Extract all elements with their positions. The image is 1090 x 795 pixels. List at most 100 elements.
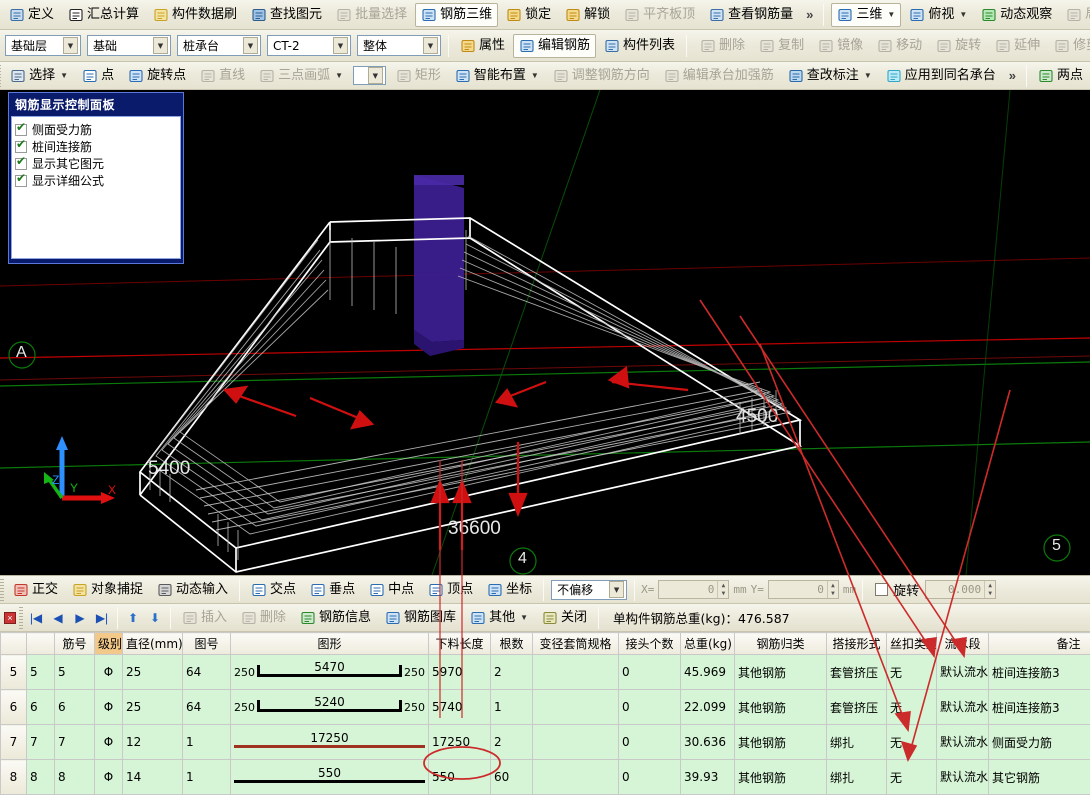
- cell-beizhu[interactable]: 桩间连接筋3: [989, 655, 1090, 690]
- column-header-tuxing[interactable]: 图形: [231, 633, 429, 655]
- rotate-spinner[interactable]: ▲▼: [984, 581, 995, 598]
- y-spinner[interactable]: ▲▼: [827, 581, 838, 598]
- cell-dajie[interactable]: 绑扎: [827, 760, 887, 795]
- column-header-idx[interactable]: [27, 633, 55, 655]
- draw-item-smart-layout-icon[interactable]: 智能布置▼: [449, 64, 545, 88]
- table-button-close-table-icon[interactable]: 关闭: [536, 606, 593, 630]
- cell-idx[interactable]: 6: [27, 690, 55, 725]
- cell-beizhu[interactable]: 其它钢筋: [989, 760, 1090, 795]
- cell-liushui[interactable]: 默认流水段: [937, 725, 989, 760]
- toolbar-item-unlock-icon[interactable]: 解锁: [559, 3, 616, 27]
- cell-zhijing[interactable]: 14: [123, 760, 183, 795]
- cell-tuhao[interactable]: 64: [183, 655, 231, 690]
- chevron-down-icon[interactable]: ▼: [63, 37, 78, 54]
- toolbar-item-sigma-icon[interactable]: 汇总计算: [62, 3, 145, 27]
- cell-tuxing[interactable]: 17250: [231, 725, 429, 760]
- checkbox-icon[interactable]: [15, 175, 27, 187]
- cell-genshu[interactable]: 60: [491, 760, 533, 795]
- cell-sikou[interactable]: 无: [887, 725, 937, 760]
- cell-beizhu[interactable]: 侧面受力筋: [989, 725, 1090, 760]
- column-header-guilei[interactable]: 钢筋归类: [735, 633, 827, 655]
- last-record-button[interactable]: ▶|: [91, 607, 113, 629]
- cell-jietou[interactable]: 0: [619, 725, 681, 760]
- cell-xialiao[interactable]: 550: [429, 760, 491, 795]
- table-button-rebar-info-icon[interactable]: 钢筋信息: [294, 606, 377, 630]
- cell-jietou[interactable]: 0: [619, 655, 681, 690]
- cell-jietou[interactable]: 0: [619, 760, 681, 795]
- cell-sikou[interactable]: 无: [887, 655, 937, 690]
- status-snap-perpendicular-snap-icon[interactable]: 垂点: [304, 578, 361, 602]
- view-item-orbit-icon[interactable]: 动态观察: [975, 3, 1058, 27]
- table-row[interactable]: 555Φ2564250547025059702045.969其他钢筋套管挤压无默…: [1, 655, 1090, 690]
- cell-tuxing[interactable]: 2505240250: [231, 690, 429, 725]
- cell-sikou[interactable]: 无: [887, 760, 937, 795]
- nav-item-component-list-icon[interactable]: 构件列表: [598, 34, 681, 58]
- combo-component-name[interactable]: CT-2▼: [267, 35, 351, 56]
- cell-zongzhong[interactable]: 45.969: [681, 655, 735, 690]
- cell-genshu[interactable]: 2: [491, 725, 533, 760]
- combo-level[interactable]: 基础层▼: [5, 35, 81, 56]
- draw-item-apply-same-cap-icon[interactable]: 应用到同名承台: [880, 64, 1002, 88]
- combo-display-mode[interactable]: 整体▼: [357, 35, 441, 56]
- cell-zongzhong[interactable]: 30.636: [681, 725, 735, 760]
- column-header-jietou[interactable]: 接头个数: [619, 633, 681, 655]
- cell-sikou[interactable]: 无: [887, 690, 937, 725]
- column-header-sikou[interactable]: 丝扣类型: [887, 633, 937, 655]
- cell-jinhao[interactable]: 5: [55, 655, 95, 690]
- cell-rownum[interactable]: 7: [1, 725, 27, 760]
- status-snap-vertex-snap-icon[interactable]: 顶点: [422, 578, 479, 602]
- toolbar-item-define-icon[interactable]: 定义: [3, 3, 60, 27]
- cell-biandiao[interactable]: [533, 655, 619, 690]
- cell-guilei[interactable]: 其他钢筋: [735, 690, 827, 725]
- chevron-down-icon[interactable]: ▼: [887, 11, 895, 19]
- cell-genshu[interactable]: 1: [491, 690, 533, 725]
- column-header-rownum[interactable]: [1, 633, 27, 655]
- cell-guilei[interactable]: 其他钢筋: [735, 760, 827, 795]
- nav-item-properties-icon[interactable]: 属性: [454, 34, 511, 58]
- draw-item-point-icon[interactable]: 点: [76, 64, 120, 88]
- view-item-top-view-icon[interactable]: 俯视▼: [903, 3, 973, 27]
- toolbar-item-rebar-3d-icon[interactable]: 钢筋三维: [415, 3, 498, 27]
- cell-biandiao[interactable]: [533, 725, 619, 760]
- cell-jietou[interactable]: 0: [619, 690, 681, 725]
- draw-toolbar-overflow[interactable]: »: [1003, 68, 1022, 83]
- column-header-beizhu[interactable]: 备注: [989, 633, 1090, 655]
- cell-zhijing[interactable]: 25: [123, 690, 183, 725]
- first-record-button[interactable]: |◀: [25, 607, 47, 629]
- cell-liushui[interactable]: 默认流水段: [937, 760, 989, 795]
- move-up-button[interactable]: ⬆: [122, 607, 144, 629]
- cell-jibie[interactable]: Φ: [95, 690, 123, 725]
- draw-toolbar-grip[interactable]: [0, 65, 1, 87]
- cell-tuhao[interactable]: 1: [183, 760, 231, 795]
- toolbar-item-binoculars-icon[interactable]: 查找图元: [245, 3, 328, 27]
- status-snap-midpoint-snap-icon[interactable]: 中点: [363, 578, 420, 602]
- nav-item-edit-rebar-icon[interactable]: 编辑钢筋: [513, 34, 596, 58]
- table-button-rebar-library-icon[interactable]: 钢筋图库: [379, 606, 462, 630]
- chevron-down-icon[interactable]: ▼: [864, 72, 872, 80]
- cell-zongzhong[interactable]: 22.099: [681, 690, 735, 725]
- cell-tuhao[interactable]: 1: [183, 725, 231, 760]
- rebar-display-control-panel[interactable]: 钢筋显示控制面板 侧面受力筋桩间连接筋显示其它图元显示详细公式: [8, 92, 184, 264]
- cell-tuxing[interactable]: 550: [231, 760, 429, 795]
- chevron-down-icon[interactable]: ▼: [423, 37, 438, 54]
- cell-xialiao[interactable]: 5970: [429, 655, 491, 690]
- next-record-button[interactable]: ▶: [69, 607, 91, 629]
- control-option-2[interactable]: 显示其它图元: [15, 155, 177, 172]
- column-header-biandiao[interactable]: 变径套筒规格: [533, 633, 619, 655]
- chevron-down-icon[interactable]: ▼: [531, 72, 539, 80]
- cell-guilei[interactable]: 其他钢筋: [735, 655, 827, 690]
- cell-idx[interactable]: 5: [27, 655, 55, 690]
- cell-rownum[interactable]: 5: [1, 655, 27, 690]
- rotate-checkbox[interactable]: [875, 583, 888, 596]
- cell-jinhao[interactable]: 7: [55, 725, 95, 760]
- chevron-down-icon[interactable]: ▼: [368, 67, 383, 84]
- table-button-other-icon[interactable]: 其他▼: [464, 606, 534, 630]
- cell-genshu[interactable]: 2: [491, 655, 533, 690]
- cell-guilei[interactable]: 其他钢筋: [735, 725, 827, 760]
- cell-biandiao[interactable]: [533, 760, 619, 795]
- column-header-tuhao[interactable]: 图号: [183, 633, 231, 655]
- status-toggle-object-snap-icon[interactable]: 对象捕捉: [66, 578, 149, 602]
- cell-beizhu[interactable]: 桩间连接筋3: [989, 690, 1090, 725]
- cell-tuhao[interactable]: 64: [183, 690, 231, 725]
- cell-biandiao[interactable]: [533, 690, 619, 725]
